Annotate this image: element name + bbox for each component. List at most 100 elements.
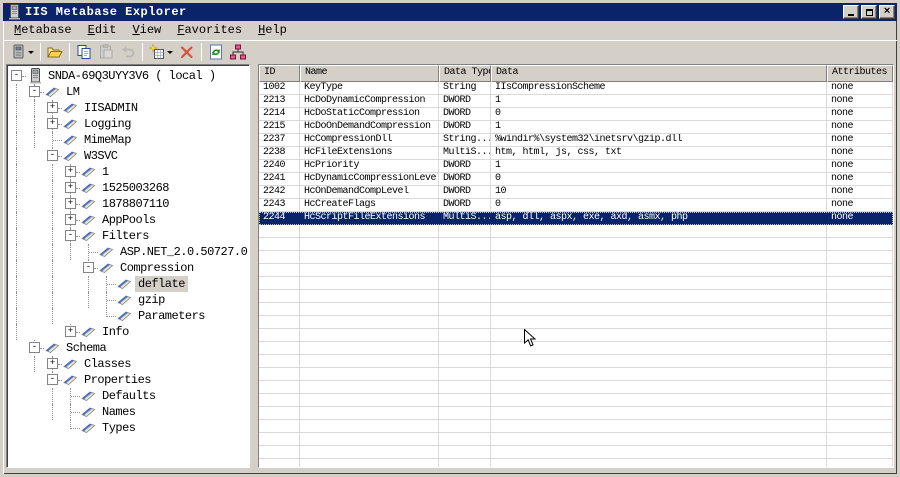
maximize-button[interactable] <box>861 5 877 19</box>
expander-expand-icon[interactable]: + <box>63 196 81 212</box>
metabase-tree-button[interactable] <box>227 41 249 63</box>
app-computer-icon <box>6 4 22 20</box>
tree-connector <box>99 308 117 324</box>
list-row-1002[interactable]: 1002 KeyType String IIsCompressionScheme non… <box>259 82 893 95</box>
expander-expand-icon[interactable]: + <box>63 324 81 340</box>
tree-item-defaults[interactable]: Defaults <box>9 388 249 404</box>
column-header-id[interactable]: ID <box>259 65 300 82</box>
tree-indent-guide <box>9 196 27 212</box>
column-header-name[interactable]: Name <box>300 65 439 82</box>
list-row-2215[interactable]: 2215 HcDoOnDemandCompression DWORD 1 none <box>259 121 893 134</box>
tree-indent-guide <box>9 292 27 308</box>
list-row-2237[interactable]: 2237 HcCompressionDll String... %windir%\sy… <box>259 134 893 147</box>
tree-item-1[interactable]: +1 <box>9 164 249 180</box>
tree-indent-guide <box>9 356 27 372</box>
new-key-button[interactable] <box>146 41 176 63</box>
tree-item-filters[interactable]: - Filters <box>9 228 249 244</box>
tree-item-classes[interactable]: + Classes <box>9 356 249 372</box>
cell-name: KeyType <box>300 82 439 94</box>
app-window: IIS Metabase Explorer × Metabase Edit View… <box>0 0 900 477</box>
tree-item-logging[interactable]: + Logging <box>9 116 249 132</box>
expander-collapse-icon[interactable]: - <box>45 148 63 164</box>
tree-indent-guide <box>63 260 81 276</box>
expander-expand-icon[interactable]: + <box>45 100 63 116</box>
menu-view[interactable]: View <box>124 22 169 39</box>
refresh-button[interactable] <box>205 41 227 63</box>
list-row-2241[interactable]: 2241 HcDynamicCompressionLevel DWORD 0 none <box>259 173 893 186</box>
tree-item-gzip[interactable]: gzip <box>9 292 249 308</box>
empty-cell <box>827 355 893 367</box>
dropdown-caret-icon[interactable] <box>28 50 34 54</box>
expander-collapse-icon[interactable]: - <box>27 84 45 100</box>
tree-indent-guide <box>9 404 27 420</box>
tree-item-apppools[interactable]: + AppPools <box>9 212 249 228</box>
property-list-view: ID Name Data Type Data Attributes 1002 KeyTyp… <box>258 64 894 468</box>
expander-expand-icon[interactable]: + <box>63 212 81 228</box>
list-row-2242[interactable]: 2242 HcOnDemandCompLevel DWORD 10 none <box>259 186 893 199</box>
expander-collapse-icon[interactable]: - <box>45 372 63 388</box>
tree-item-asp-net-2-0-50727-0[interactable]: ASP.NET_2.0.50727.0 <box>9 244 249 260</box>
delete-button[interactable] <box>176 41 198 63</box>
cell-id: 2215 <box>259 121 300 133</box>
empty-cell <box>259 355 300 367</box>
expander-collapse-icon[interactable]: - <box>63 228 81 244</box>
tree-item-iisadmin[interactable]: + IISADMIN <box>9 100 249 116</box>
column-header-data-type[interactable]: Data Type <box>439 65 491 82</box>
cell-attributes: none <box>827 199 893 211</box>
expander-expand-icon[interactable]: + <box>63 164 81 180</box>
empty-cell <box>439 459 491 467</box>
close-icon: × <box>883 6 891 18</box>
tree-item-schema[interactable]: - Schema <box>9 340 249 356</box>
empty-cell <box>439 394 491 406</box>
empty-cell <box>300 303 439 315</box>
tree-indent-guide <box>9 244 27 260</box>
tree-item-names[interactable]: Names <box>9 404 249 420</box>
tree-indent-guide <box>27 292 45 308</box>
tree-item-properties[interactable]: - Properties <box>9 372 249 388</box>
menu-edit[interactable]: Edit <box>80 22 125 39</box>
tree-indent-guide <box>81 276 99 292</box>
tree-item-w3svc[interactable]: - W3SVC <box>9 148 249 164</box>
empty-cell <box>491 446 827 458</box>
tree-item-info[interactable]: + Info <box>9 324 249 340</box>
panel-splitter[interactable] <box>250 64 258 468</box>
list-row-2213[interactable]: 2213 HcDoDynamicCompression DWORD 1 none <box>259 95 893 108</box>
delete-icon <box>179 44 195 60</box>
column-header-data[interactable]: Data <box>491 65 827 82</box>
key-icon <box>117 292 135 308</box>
expander-collapse-icon[interactable]: - <box>9 68 27 84</box>
list-row-2243[interactable]: 2243 HcCreateFlags DWORD 0 none <box>259 199 893 212</box>
tree-item-1878807110[interactable]: +1878807110 <box>9 196 249 212</box>
expander-expand-icon[interactable]: + <box>45 116 63 132</box>
list-row-2240[interactable]: 2240 HcPriority DWORD 1 none <box>259 160 893 173</box>
dropdown-caret-icon[interactable] <box>167 50 173 54</box>
tree-item-snda-69q3uyy3v6-local[interactable]: - SNDA-69Q3UYY3V6 ( local ) <box>9 68 249 84</box>
column-header-attributes[interactable]: Attributes <box>827 65 893 82</box>
expander-expand-icon[interactable]: + <box>45 356 63 372</box>
list-row-2238[interactable]: 2238 HcFileExtensions MultiS... htm, html, … <box>259 147 893 160</box>
empty-list-row <box>259 342 893 355</box>
tree-item-deflate[interactable]: deflate <box>9 276 249 292</box>
list-row-2214[interactable]: 2214 HcDoStaticCompression DWORD 0 none <box>259 108 893 121</box>
menu-favorites[interactable]: Favorites <box>169 22 250 39</box>
connect-server-button[interactable] <box>7 41 37 63</box>
menu-help[interactable]: Help <box>250 22 295 39</box>
tree-item-types[interactable]: Types <box>9 420 249 436</box>
expander-expand-icon[interactable]: + <box>63 180 81 196</box>
tree-item-mimemap[interactable]: MimeMap <box>9 132 249 148</box>
tree-item-parameters[interactable]: Parameters <box>9 308 249 324</box>
expander-collapse-icon[interactable]: - <box>27 340 45 356</box>
key-icon <box>81 388 99 404</box>
expander-collapse-icon[interactable]: - <box>81 260 99 276</box>
tree-item-compression[interactable]: - Compression <box>9 260 249 276</box>
close-button[interactable]: × <box>879 5 895 19</box>
minimize-button[interactable] <box>843 5 859 19</box>
tree-item-lm[interactable]: - LM <box>9 84 249 100</box>
tree-item-1525003268[interactable]: +1525003268 <box>9 180 249 196</box>
list-row-2244[interactable]: 2244 HcScriptFileExtensions MultiS... asp, … <box>259 212 893 225</box>
open-button[interactable] <box>44 41 66 63</box>
menu-metabase[interactable]: Metabase <box>6 22 80 39</box>
cell-id: 1002 <box>259 82 300 94</box>
copy-button[interactable] <box>73 41 95 63</box>
empty-cell <box>827 277 893 289</box>
